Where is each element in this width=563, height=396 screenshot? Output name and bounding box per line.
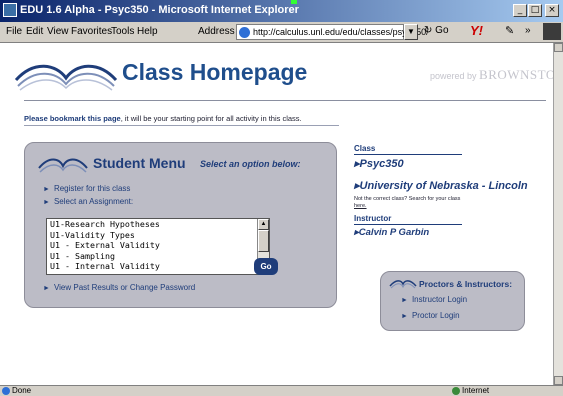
bullet-icon: ► (401, 313, 408, 320)
list-item[interactable]: U1 - Internal Validity (47, 261, 269, 272)
brownstone-logo: BROWNSTONE (479, 67, 553, 82)
status-page-icon (2, 387, 10, 395)
menu-edit[interactable]: Edit (26, 26, 43, 37)
proctor-login-label: Proctor Login (411, 311, 460, 320)
go-button[interactable]: Go (254, 258, 278, 275)
proctors-title: Proctors & Instructors: (419, 279, 513, 289)
menu-view[interactable]: View (47, 26, 69, 37)
maximize-button[interactable]: □ (528, 4, 542, 17)
instructor-name: ▸Calvin P Garbin (354, 227, 430, 238)
list-item[interactable]: U1-Research Hypotheses (47, 219, 269, 230)
page-icon (239, 27, 250, 38)
course-name: ▸Psyc350 (354, 158, 404, 170)
page-viewport: Class Homepage powered by BROWNSTONE Ple… (0, 43, 553, 385)
menu-favorites[interactable]: Favorites (71, 26, 112, 37)
title-bar: EDU 1.6 Alpha - Psyc350 - Microsoft Inte… (0, 0, 563, 22)
course-text: Psyc350 (359, 158, 404, 170)
minimize-button[interactable]: _ (513, 4, 527, 17)
security-zone: Internet (462, 386, 490, 395)
instructor-divider (354, 224, 462, 225)
scroll-thumb[interactable] (258, 230, 269, 252)
bookmark-divider (24, 125, 339, 126)
class-label: Class (354, 144, 376, 153)
menu-file[interactable]: File (6, 26, 22, 37)
scroll-up-icon[interactable] (554, 43, 563, 52)
register-label: Register for this class (53, 184, 131, 193)
pencil-icon[interactable]: ✎ (505, 24, 514, 37)
search-class-link[interactable]: here. (354, 203, 367, 209)
header-divider (24, 100, 546, 101)
bookmark-note-rest: , it will be your starting point for all… (120, 114, 302, 123)
windows-logo-icon (543, 23, 561, 40)
go-label: Go (435, 25, 449, 36)
bullet-icon: ► (43, 285, 50, 292)
browser-window: EDU 1.6 Alpha - Psyc350 - Microsoft Inte… (0, 0, 563, 396)
address-label: Address (198, 26, 235, 37)
status-bar: Done Internet (0, 385, 563, 396)
student-menu-subtitle: Select an option below: (200, 159, 301, 169)
scroll-up-icon[interactable]: ▲ (258, 219, 269, 230)
scroll-down-icon[interactable] (554, 376, 563, 385)
address-dropdown-icon[interactable]: ▼ (404, 24, 418, 40)
select-assignment-label: ► Select an Assignment: (43, 197, 133, 206)
instructor-name-text: Calvin P Garbin (358, 227, 430, 238)
bookmark-note: Please bookmark this page, it will be yo… (24, 114, 302, 123)
address-bar[interactable]: http://calculus.unl.edu/edu/classes/psyc… (236, 24, 429, 40)
page-scrollbar[interactable] (553, 43, 563, 385)
university-name: ▸University of Nebraska - Lincoln (354, 180, 528, 192)
ie-app-icon (3, 3, 17, 17)
assignment-listbox[interactable]: U1-Research Hypotheses U1-Validity Types… (46, 218, 270, 275)
powered-by: powered by BROWNSTONE (430, 67, 553, 83)
instructor-label: Instructor (354, 214, 392, 223)
toolbar-more-chevron[interactable]: » (525, 25, 531, 36)
proctors-panel: Proctors & Instructors: ► Instructor Logi… (380, 271, 525, 331)
yahoo-toolbar-icon[interactable]: Y! (470, 23, 483, 38)
bullet-icon: ► (401, 297, 408, 304)
status-text: Done (12, 386, 32, 395)
address-go-button[interactable]: ↻ Go (424, 25, 449, 36)
select-assignment-text: Select an Assignment: (53, 197, 134, 206)
university-text: University of Nebraska - Lincoln (359, 180, 528, 192)
address-url[interactable]: http://calculus.unl.edu/edu/classes/psyc… (253, 27, 429, 37)
wrong-class-text: Not the correct class? Search for your c… (354, 196, 461, 202)
bookmark-note-bold: Please bookmark this page (24, 114, 121, 123)
menu-help[interactable]: Help (137, 26, 158, 37)
past-results-link[interactable]: ► View Past Results or Change Password (43, 283, 195, 292)
indicator-marker (291, 0, 297, 4)
student-menu-title: Student Menu (93, 155, 186, 171)
menu-tools[interactable]: Tools (111, 26, 134, 37)
class-divider (354, 154, 462, 155)
instructor-login-link[interactable]: ► Instructor Login (401, 295, 467, 304)
wrong-class-note: Not the correct class? Search for your c… (354, 196, 460, 210)
close-button[interactable]: × (545, 4, 559, 17)
page-title: Class Homepage (122, 59, 308, 85)
internet-zone-icon (452, 387, 460, 395)
book-logo-icon (14, 64, 118, 91)
list-item[interactable]: U1 - Sampling (47, 251, 269, 262)
student-menu-panel: Student Menu Select an option below: ► Re… (24, 142, 337, 308)
instructor-login-label: Instructor Login (411, 295, 468, 304)
list-item[interactable]: U1 - External Validity (47, 240, 269, 251)
proctor-login-link[interactable]: ► Proctor Login (401, 311, 460, 320)
list-item[interactable]: U1-Validity Types (47, 230, 269, 241)
student-book-icon (38, 158, 88, 173)
proctor-book-icon (389, 280, 417, 289)
window-title: EDU 1.6 Alpha - Psyc350 - Microsoft Inte… (20, 4, 299, 16)
bullet-icon: ► (43, 199, 50, 206)
powered-by-label: powered by (430, 71, 477, 81)
past-results-label: View Past Results or Change Password (53, 283, 196, 292)
register-link[interactable]: ► Register for this class (43, 184, 130, 193)
bullet-icon: ► (43, 186, 50, 193)
